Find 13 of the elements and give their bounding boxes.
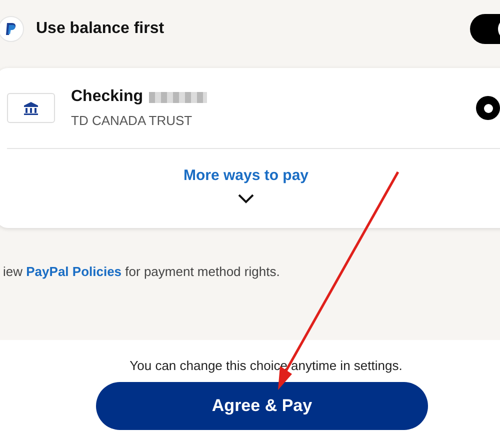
bank-name: TD CANADA TRUST: [71, 112, 194, 130]
more-ways-link[interactable]: More ways to pay: [183, 165, 309, 188]
policy-link[interactable]: PayPal Policies: [26, 264, 122, 279]
bank-icon: [7, 93, 55, 123]
redacted-number: [149, 92, 208, 103]
chevron-down-icon[interactable]: [238, 194, 254, 204]
paypal-logo-icon: [0, 16, 24, 42]
account-name: Checking: [71, 87, 144, 108]
agree-pay-button[interactable]: Agree & Pay: [96, 382, 428, 430]
policy-note: iew PayPal Policies for payment method rights.: [3, 263, 281, 281]
radio-button[interactable]: [476, 96, 500, 120]
footer-note: You can change this choice anytime in settings.: [130, 357, 402, 375]
balance-label: Use balance first: [36, 19, 164, 39]
